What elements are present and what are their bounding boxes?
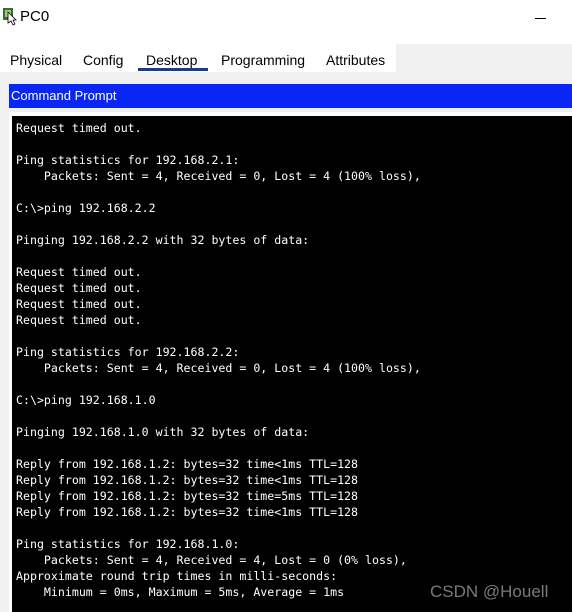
- minimize-icon: [535, 18, 546, 19]
- terminal-line: Ping statistics for 192.168.1.0:: [16, 537, 240, 551]
- active-tab-indicator: [138, 68, 208, 71]
- tab-physical[interactable]: Physical: [10, 52, 62, 68]
- title-bar: PC0: [0, 0, 572, 36]
- terminal-line: Pinging 192.168.2.2 with 32 bytes of dat…: [16, 233, 310, 247]
- terminal-line: C:\>ping 192.168.2.2: [16, 201, 156, 215]
- terminal-line: Reply from 192.168.1.2: bytes=32 time<1m…: [16, 457, 359, 471]
- pc-app-icon: [3, 8, 17, 26]
- terminal-line: Reply from 192.168.1.2: bytes=32 time<1m…: [16, 473, 359, 487]
- terminal-output[interactable]: Request timed out. Ping statistics for 19…: [12, 116, 572, 612]
- terminal-line: Request timed out.: [16, 121, 142, 135]
- window-title: PC0: [20, 8, 50, 25]
- terminal-line: Ping statistics for 192.168.2.2:: [16, 345, 240, 359]
- terminal-line: Packets: Sent = 4, Received = 0, Lost = …: [16, 361, 421, 375]
- terminal-line: Request timed out.: [16, 313, 142, 327]
- tab-attributes[interactable]: Attributes: [326, 52, 385, 68]
- terminal-line: Packets: Sent = 4, Received = 0, Lost = …: [16, 169, 421, 183]
- tab-programming[interactable]: Programming: [221, 52, 305, 68]
- terminal-line: Request timed out.: [16, 265, 142, 279]
- terminal-line: Pinging 192.168.1.0 with 32 bytes of dat…: [16, 425, 310, 439]
- watermark: CSDN @Houell: [430, 582, 549, 601]
- terminal-line: Packets: Sent = 4, Received = 4, Lost = …: [16, 553, 407, 567]
- command-prompt-title: Command Prompt: [11, 88, 117, 103]
- terminal-line: Request timed out.: [16, 281, 142, 295]
- terminal-line: Ping statistics for 192.168.2.1:: [16, 153, 240, 167]
- terminal-line: Reply from 192.168.1.2: bytes=32 time<1m…: [16, 505, 359, 519]
- tab-config[interactable]: Config: [83, 52, 123, 68]
- terminal-line: C:\>ping 192.168.1.0: [16, 393, 156, 407]
- minimize-button[interactable]: [528, 4, 554, 30]
- terminal-line: Approximate round trip times in milli-se…: [16, 569, 338, 583]
- tab-desktop[interactable]: Desktop: [146, 52, 197, 68]
- terminal-line: Request timed out.: [16, 297, 142, 311]
- command-prompt-header: Command Prompt: [9, 84, 572, 108]
- terminal-lines: Request timed out. Ping statistics for 19…: [16, 120, 421, 600]
- terminal-line: Reply from 192.168.1.2: bytes=32 time=5m…: [16, 489, 359, 503]
- terminal-line: Minimum = 0ms, Maximum = 5ms, Average = …: [16, 585, 345, 599]
